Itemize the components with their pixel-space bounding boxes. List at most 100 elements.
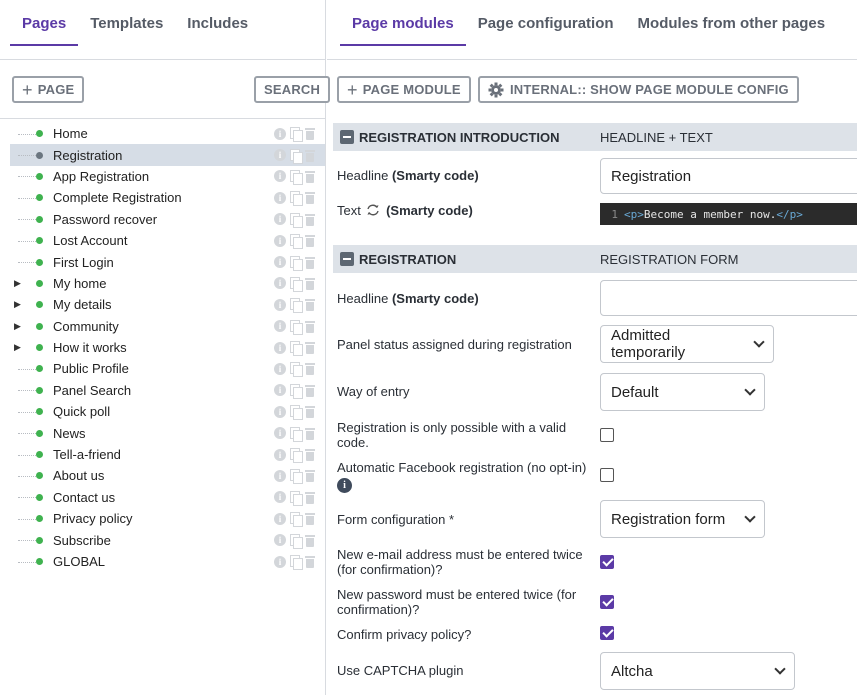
copy-icon[interactable] xyxy=(290,234,303,250)
page-tree-item[interactable]: Public Profile i xyxy=(10,358,325,379)
info-icon[interactable]: i xyxy=(274,534,286,547)
copy-icon[interactable] xyxy=(290,362,303,378)
tab-templates[interactable]: Templates xyxy=(78,0,175,46)
copy-icon[interactable] xyxy=(290,341,303,357)
page-tree-item[interactable]: Privacy policy i xyxy=(10,508,325,529)
info-icon[interactable]: i xyxy=(274,384,286,397)
page-tree-item[interactable]: App Registration i xyxy=(10,166,325,187)
copy-icon[interactable] xyxy=(290,512,303,528)
page-tree-item[interactable]: First Login i xyxy=(10,251,325,272)
headline-input[interactable]: Registration xyxy=(600,158,857,194)
info-icon[interactable]: i xyxy=(274,191,286,204)
page-tree-item[interactable]: Panel Search i xyxy=(10,380,325,401)
trash-icon[interactable] xyxy=(305,170,315,183)
info-icon[interactable]: i xyxy=(274,170,286,183)
info-icon[interactable]: i xyxy=(274,555,286,568)
trash-icon[interactable] xyxy=(305,191,315,205)
expand-arrow-icon[interactable]: ▶ xyxy=(14,278,24,289)
trash-icon[interactable] xyxy=(305,384,315,397)
trash-icon[interactable] xyxy=(305,427,315,440)
page-tree-item[interactable]: Quick poll i xyxy=(10,401,325,422)
info-icon[interactable]: i xyxy=(274,427,286,440)
info-icon[interactable]: i xyxy=(274,341,286,354)
trash-icon[interactable] xyxy=(305,469,315,483)
info-icon[interactable]: i xyxy=(274,256,286,269)
email-twice-checkbox[interactable] xyxy=(600,555,614,569)
copy-icon[interactable] xyxy=(290,148,303,164)
page-tree-item[interactable]: GLOBAL i xyxy=(10,551,325,572)
way-of-entry-select[interactable]: Default xyxy=(600,373,765,411)
copy-icon[interactable] xyxy=(290,319,303,335)
captcha-select[interactable]: Altcha xyxy=(600,652,795,690)
panel-status-select[interactable]: Admitted temporarily xyxy=(600,325,774,363)
trash-icon[interactable] xyxy=(305,491,315,504)
search-button[interactable]: SEARCH xyxy=(254,76,331,103)
add-page-module-button[interactable]: + PAGE MODULE xyxy=(337,76,471,103)
expand-arrow-icon[interactable]: ▶ xyxy=(14,299,24,310)
copy-icon[interactable] xyxy=(290,169,303,185)
trash-icon[interactable] xyxy=(305,277,315,290)
module-header-registration[interactable]: REGISTRATION REGISTRATION FORM xyxy=(333,245,857,273)
info-icon[interactable]: i xyxy=(274,127,286,140)
privacy-checkbox[interactable] xyxy=(600,626,614,640)
trash-icon[interactable] xyxy=(305,127,315,141)
info-icon[interactable]: i xyxy=(274,149,286,162)
collapse-icon[interactable] xyxy=(340,252,354,266)
tab-includes[interactable]: Includes xyxy=(175,0,260,46)
collapse-icon[interactable] xyxy=(340,130,354,144)
trash-icon[interactable] xyxy=(305,213,315,226)
trash-icon[interactable] xyxy=(305,362,315,376)
copy-icon[interactable] xyxy=(290,426,303,442)
form-config-select[interactable]: Registration form xyxy=(600,500,765,538)
tab-pages[interactable]: Pages xyxy=(10,0,79,46)
page-tree-item[interactable]: Subscribe i xyxy=(10,529,325,550)
module-header-registration-introduction[interactable]: REGISTRATION INTRODUCTION HEADLINE + TEX… xyxy=(333,123,857,151)
trash-icon[interactable] xyxy=(305,534,315,547)
trash-icon[interactable] xyxy=(305,149,315,162)
copy-icon[interactable] xyxy=(290,191,303,207)
page-tree-item[interactable]: ▶ My details i xyxy=(10,294,325,315)
trash-icon[interactable] xyxy=(305,341,315,355)
tab-modules-from-other-pages[interactable]: Modules from other pages xyxy=(626,0,838,46)
copy-icon[interactable] xyxy=(290,490,303,506)
page-tree-item[interactable]: Contact us i xyxy=(10,487,325,508)
page-tree-item[interactable]: Password recover i xyxy=(10,209,325,230)
page-tree-item[interactable]: ▶ How it works i xyxy=(10,337,325,358)
info-icon[interactable]: i xyxy=(274,448,286,461)
copy-icon[interactable] xyxy=(290,383,303,399)
trash-icon[interactable] xyxy=(305,298,315,312)
info-icon[interactable]: i xyxy=(274,298,286,311)
page-tree-item[interactable]: Complete Registration i xyxy=(10,187,325,208)
trash-icon[interactable] xyxy=(305,555,315,568)
info-icon[interactable]: i xyxy=(274,469,286,482)
code-editor[interactable]: 1 <p> Become a member now. </p> xyxy=(600,203,857,225)
copy-icon[interactable] xyxy=(290,469,303,485)
copy-icon[interactable] xyxy=(290,212,303,228)
page-tree-item[interactable]: Registration i xyxy=(10,144,325,166)
info-icon[interactable]: i xyxy=(274,213,286,226)
expand-arrow-icon[interactable]: ▶ xyxy=(14,321,24,332)
page-tree-item[interactable]: News i xyxy=(10,422,325,443)
password-twice-checkbox[interactable] xyxy=(600,595,614,609)
trash-icon[interactable] xyxy=(305,234,315,248)
trash-icon[interactable] xyxy=(305,256,315,269)
page-tree-item[interactable]: ▶ My home i xyxy=(10,273,325,294)
valid-code-checkbox[interactable] xyxy=(600,428,614,442)
copy-icon[interactable] xyxy=(290,533,303,549)
show-module-config-button[interactable]: INTERNAL:: SHOW PAGE MODULE CONFIG xyxy=(478,76,799,103)
tab-page-modules[interactable]: Page modules xyxy=(340,0,466,46)
expand-arrow-icon[interactable]: ▶ xyxy=(14,342,24,353)
refresh-icon[interactable] xyxy=(366,204,380,216)
trash-icon[interactable] xyxy=(305,405,315,419)
info-icon[interactable]: i xyxy=(337,478,352,493)
info-icon[interactable]: i xyxy=(274,512,286,525)
copy-icon[interactable] xyxy=(290,276,303,292)
info-icon[interactable]: i xyxy=(274,405,286,418)
info-icon[interactable]: i xyxy=(274,320,286,333)
info-icon[interactable]: i xyxy=(274,277,286,290)
info-icon[interactable]: i xyxy=(274,362,286,375)
trash-icon[interactable] xyxy=(305,448,315,462)
copy-icon[interactable] xyxy=(290,405,303,421)
copy-icon[interactable] xyxy=(290,255,303,271)
info-icon[interactable]: i xyxy=(274,234,286,247)
